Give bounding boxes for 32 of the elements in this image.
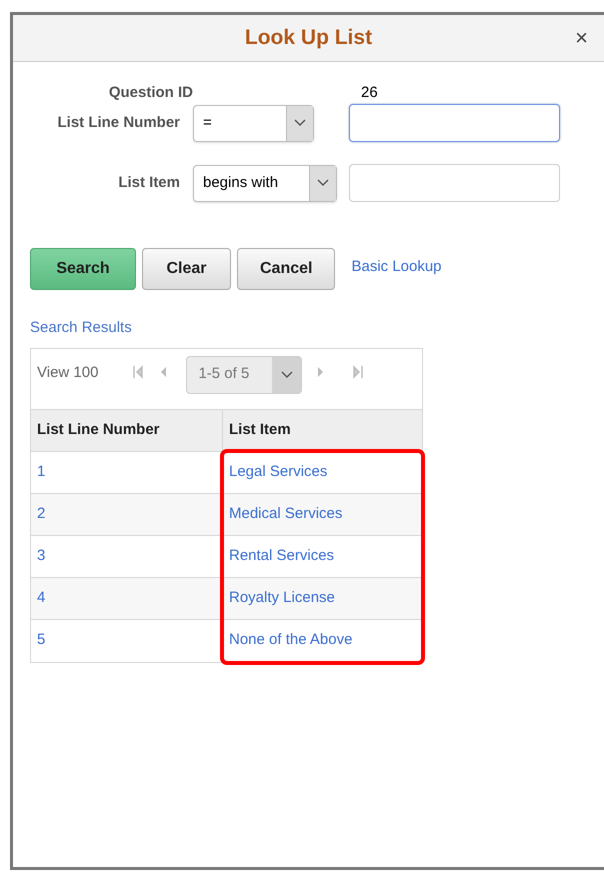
search-field[interactable]	[349, 104, 560, 142]
table-link[interactable]: 3	[31, 536, 222, 578]
action-button[interactable]: Clear	[142, 248, 231, 290]
operator-select[interactable]: =	[193, 104, 314, 142]
chevron-down-icon	[280, 370, 293, 378]
table-link[interactable]: Royalty License	[223, 578, 422, 620]
view-all-link[interactable]: View 100	[37, 362, 98, 384]
previous-page-icon[interactable]	[159, 364, 166, 378]
chevron-down-icon	[294, 119, 306, 127]
section-title: Search Results	[30, 318, 133, 338]
next-page-icon[interactable]	[318, 364, 326, 378]
field-value: 26	[361, 82, 378, 103]
basic-lookup-link[interactable]: Basic Lookup	[351, 256, 442, 278]
table-link[interactable]: Rental Services	[223, 536, 422, 578]
table-link[interactable]: 2	[31, 494, 222, 536]
table-link[interactable]: 4	[31, 578, 222, 620]
chevron-down-icon	[317, 179, 329, 187]
close-button[interactable]: ×	[575, 27, 588, 49]
field-label: List Item	[117, 172, 180, 193]
table-link[interactable]: Medical Services	[223, 494, 422, 536]
first-page-icon[interactable]	[133, 364, 144, 378]
last-page-icon[interactable]	[353, 364, 364, 378]
field-label: Question ID	[108, 82, 194, 103]
search-field[interactable]	[349, 164, 560, 202]
field-label: List Line Number	[56, 112, 180, 133]
operator-select[interactable]: begins with	[193, 164, 337, 202]
column-header: List Line Number	[31, 410, 223, 450]
page-select[interactable]: 1-5 of 5	[186, 356, 302, 394]
search-button[interactable]: Search	[30, 248, 136, 290]
action-button[interactable]: Cancel	[237, 248, 336, 290]
window-title: Look Up List	[244, 25, 372, 52]
column-header: List Item	[228, 420, 292, 440]
